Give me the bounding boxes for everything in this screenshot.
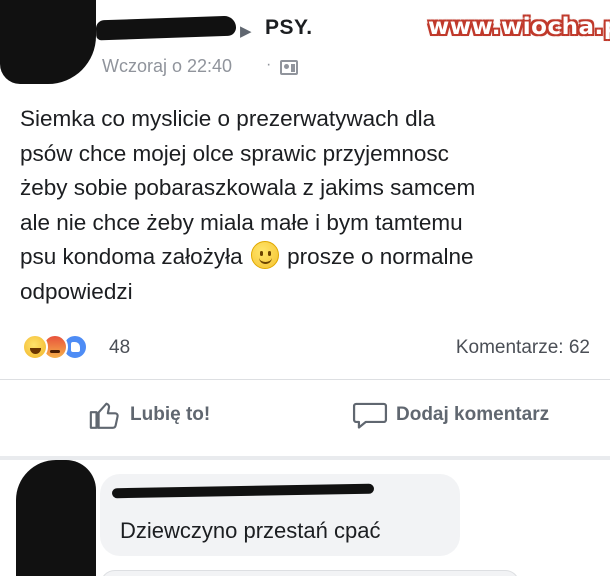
like-button[interactable]: Lubię to! [88, 398, 210, 432]
post-line: Siemka co myslicie o prezerwatywach dla [20, 106, 436, 131]
post-card: ▶ PSY. Wczoraj o 22:40 · www.wiocha.pl S… [0, 0, 610, 456]
friends-icon[interactable] [280, 60, 298, 75]
post-line: ale nie chce żeby miala małe i bym tamte… [20, 209, 463, 235]
post-line: żeby sobie pobaraszkowala z jakims samce… [20, 175, 476, 200]
post-line-with-emoji: psu kondoma założyła prosze o normalne [20, 240, 600, 275]
next-comment-bubble[interactable] [100, 570, 520, 576]
comment-text: Dziewczyno przestań cpać [120, 518, 381, 543]
post-timestamp[interactable]: Wczoraj o 22:40 [102, 56, 232, 77]
smiley-emoji-icon [250, 241, 279, 269]
post-body: Siemka co myslicie o prezerwatywach dla … [20, 102, 600, 309]
post-line: psu kondoma założyła [20, 244, 243, 269]
reaction-count[interactable]: 48 [109, 337, 130, 359]
comment-label: Dodaj komentarz [396, 404, 550, 425]
arrow-right-icon: ▶ [240, 23, 252, 40]
redacted-commenter-avatar [16, 460, 96, 576]
redacted-author-name [95, 15, 237, 41]
add-comment-button[interactable]: Dodaj komentarz [352, 398, 549, 432]
watermark: www.wiocha.pl [428, 14, 610, 40]
comment-count[interactable]: Komentarze: 62 [456, 337, 590, 359]
comment-bubble-icon [352, 402, 388, 429]
separator-dot: · [266, 56, 272, 73]
post-line: prosze o normalne [287, 244, 474, 269]
thumbs-up-icon [89, 402, 119, 429]
group-name-link[interactable]: PSY. [265, 16, 313, 40]
post-line: odpowiedzi [20, 278, 133, 304]
redacted-avatar [0, 0, 96, 84]
post-line: psów chce mojej olce sprawic przyjemnosc [20, 140, 449, 166]
haha-reaction-icon [22, 334, 48, 360]
like-label: Lubię to! [130, 404, 211, 425]
divider [0, 379, 610, 380]
